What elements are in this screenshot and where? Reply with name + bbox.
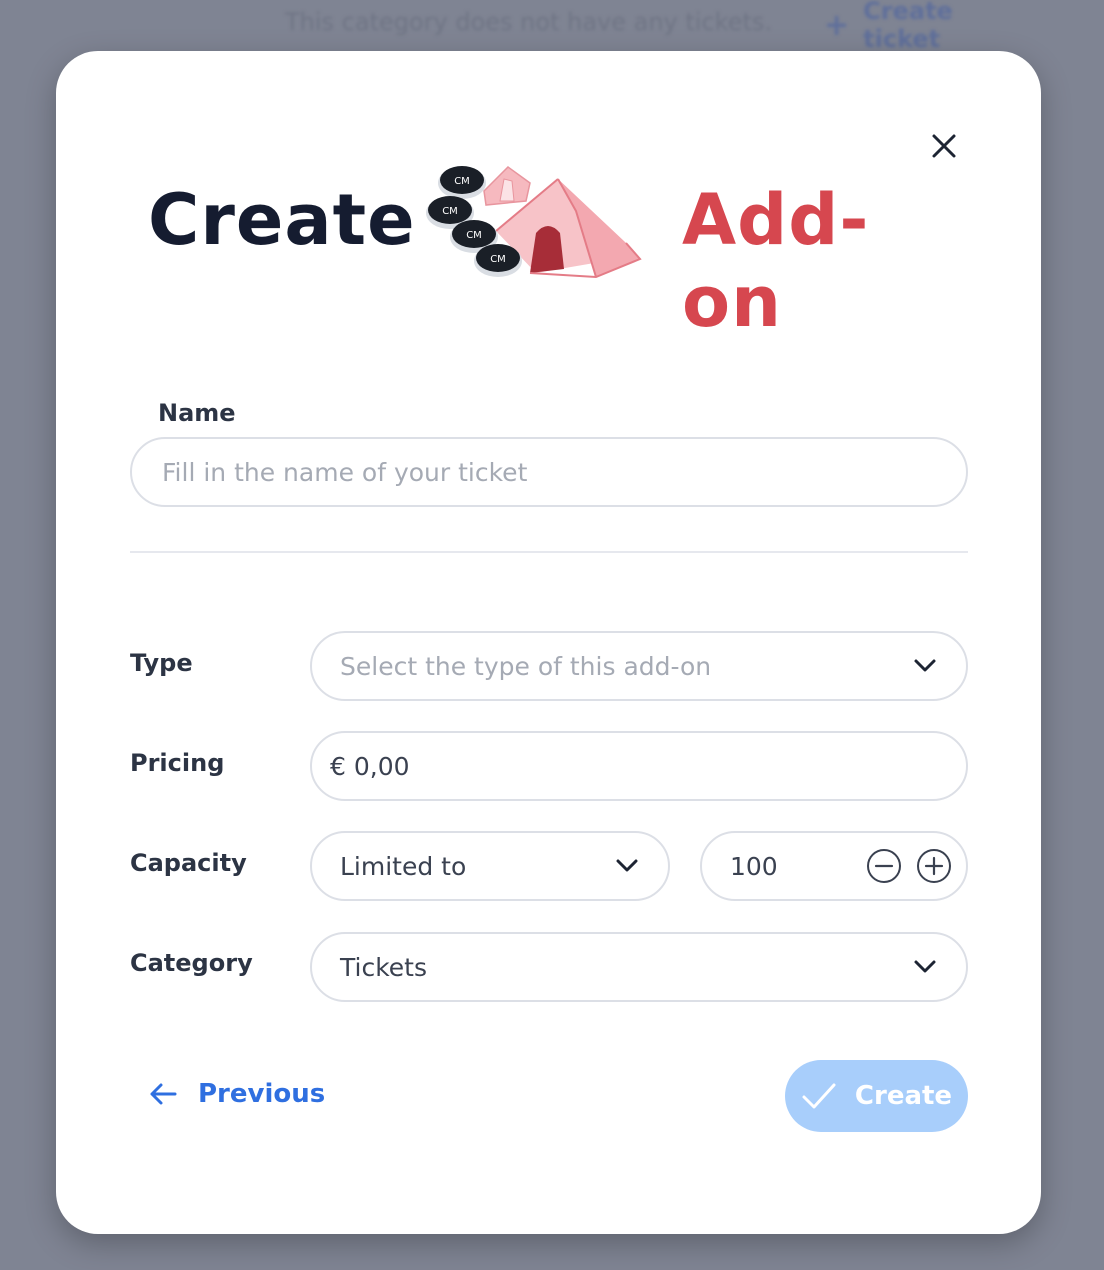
decrement-button[interactable] xyxy=(866,848,902,884)
category-value: Tickets xyxy=(340,952,427,982)
arrow-left-icon xyxy=(150,1083,177,1105)
pricing-label: Pricing xyxy=(130,749,225,777)
svg-text:CM: CM xyxy=(454,176,470,187)
create-button[interactable]: Create xyxy=(785,1060,968,1132)
capacity-value[interactable]: 100 xyxy=(730,852,778,881)
capacity-mode-value: Limited to xyxy=(340,851,467,881)
chevron-down-icon xyxy=(616,859,638,872)
tent-coins-illustration: CM CM CM CM xyxy=(426,166,642,279)
minus-circle-icon xyxy=(867,849,901,883)
close-icon xyxy=(932,134,956,158)
category-label: Category xyxy=(130,949,253,977)
background-page: This category does not have any tickets.… xyxy=(0,0,1104,53)
svg-text:CM: CM xyxy=(442,206,458,217)
create-ticket-button: + Create ticket xyxy=(808,0,1036,53)
name-field[interactable] xyxy=(130,437,968,507)
modal-title: Create CM CM CM CM Add-on xyxy=(148,161,948,343)
previous-button[interactable]: Previous xyxy=(148,1071,325,1117)
name-label: Name xyxy=(158,399,236,427)
create-label: Create xyxy=(854,1081,953,1111)
name-input[interactable] xyxy=(160,456,938,488)
pricing-value: € 0,00 xyxy=(330,751,410,781)
chevron-down-icon xyxy=(914,960,936,973)
svg-text:CM: CM xyxy=(490,254,506,265)
capacity-label: Capacity xyxy=(130,849,247,877)
divider xyxy=(130,551,968,553)
capacity-mode-select[interactable]: Limited to xyxy=(310,831,670,901)
create-ticket-label: Create ticket xyxy=(863,0,953,53)
previous-label: Previous xyxy=(198,1079,326,1109)
category-select[interactable]: Tickets xyxy=(310,932,968,1002)
check-icon xyxy=(802,1083,836,1109)
increment-button[interactable] xyxy=(916,848,952,884)
plus-circle-icon xyxy=(917,849,951,883)
type-label: Type xyxy=(130,649,193,677)
title-create: Create xyxy=(148,179,416,261)
close-button[interactable] xyxy=(927,129,961,163)
capacity-stepper[interactable]: 100 xyxy=(700,831,968,901)
pricing-field[interactable]: € 0,00 xyxy=(310,731,968,801)
plus-icon: + xyxy=(824,7,850,43)
title-addon: Add-on xyxy=(682,179,870,343)
empty-category-message: This category does not have any tickets. xyxy=(285,8,773,36)
type-select[interactable]: Select the type of this add-on xyxy=(310,631,968,701)
chevron-down-icon xyxy=(914,659,936,672)
type-placeholder: Select the type of this add-on xyxy=(340,651,712,681)
svg-text:CM: CM xyxy=(466,230,482,241)
create-addon-modal: Create CM CM CM CM Add-on Name Fill in t… xyxy=(56,51,1041,1234)
